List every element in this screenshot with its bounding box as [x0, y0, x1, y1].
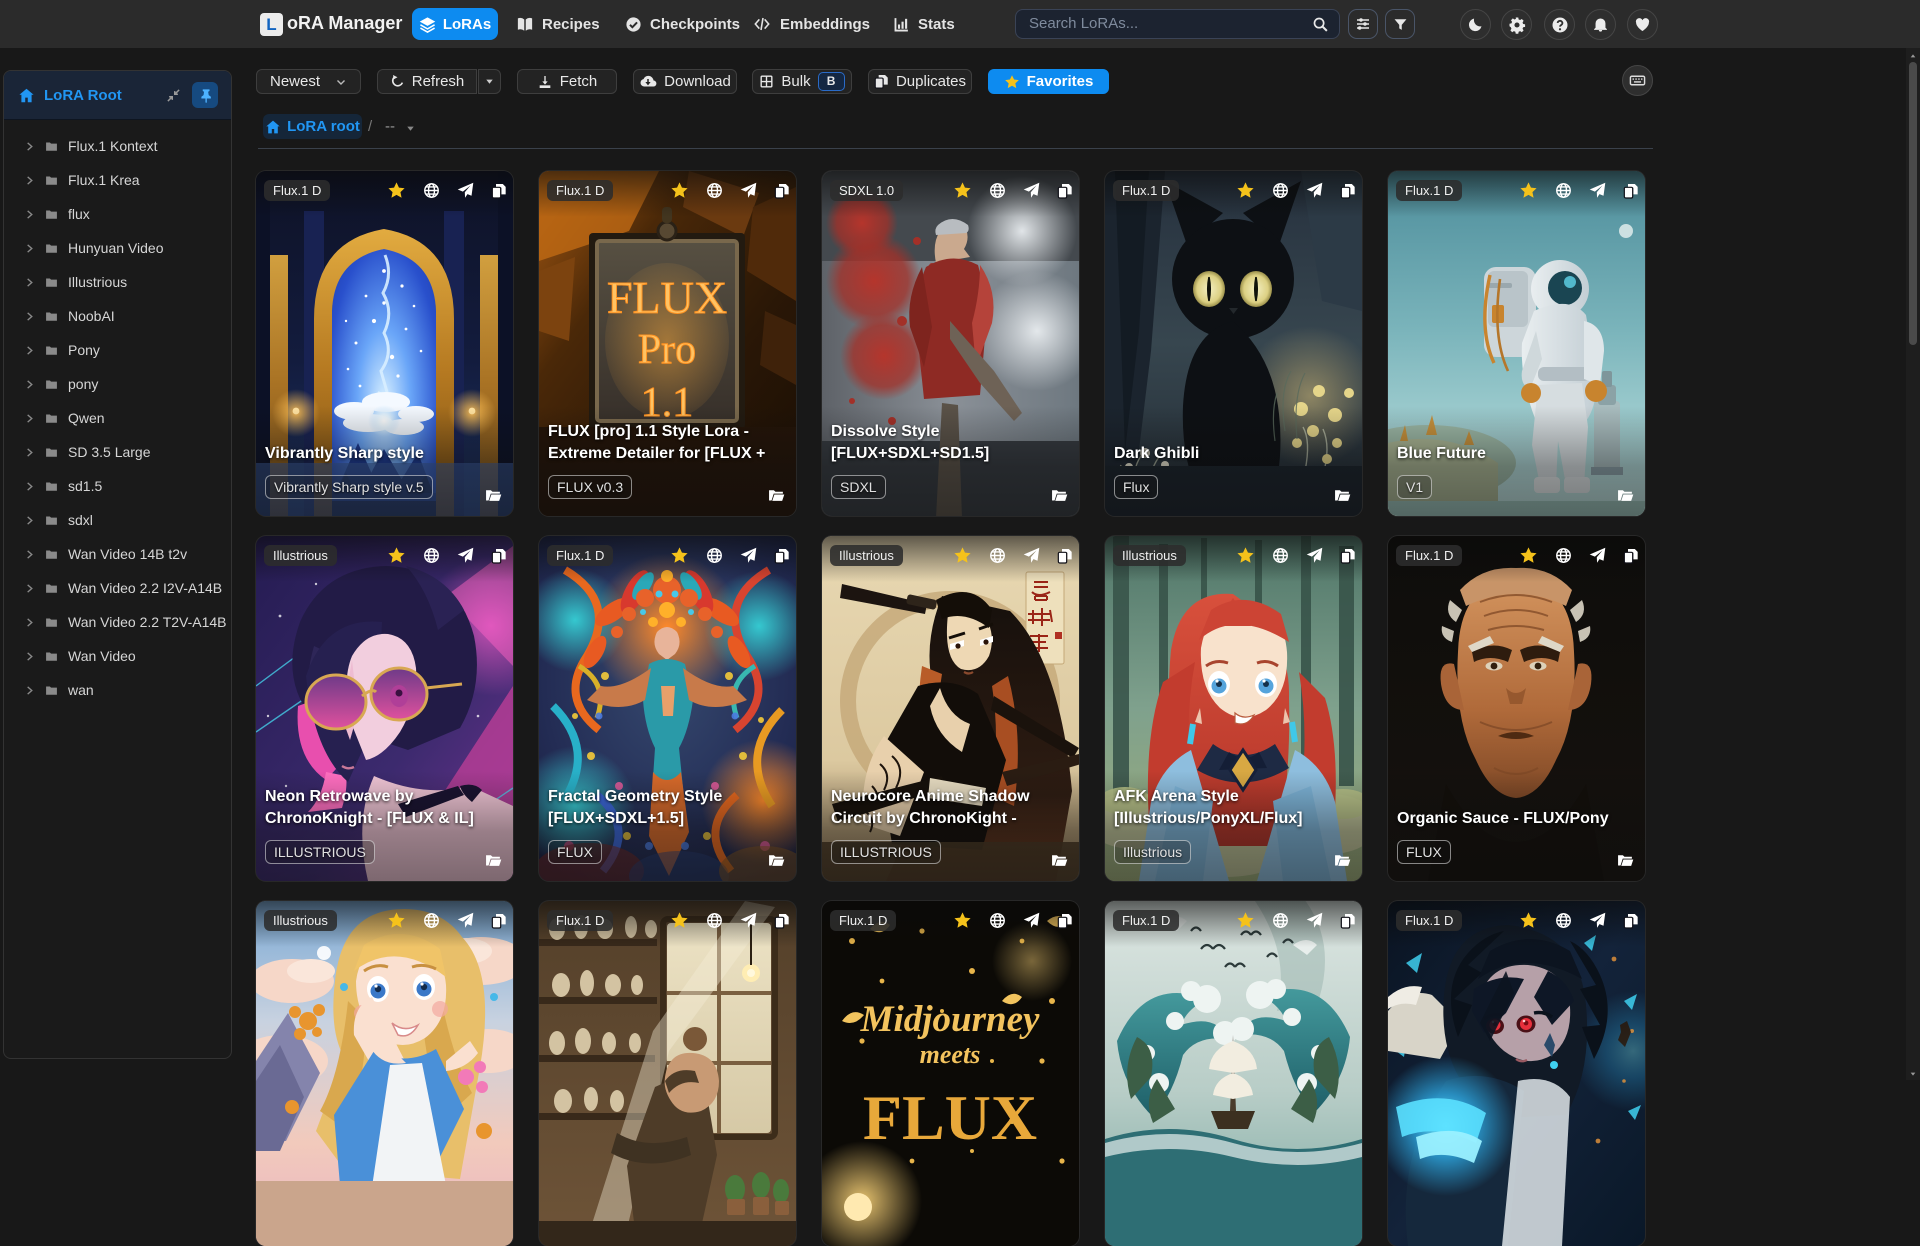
svg-text:FLUX: FLUX: [607, 272, 727, 323]
svg-text:Midjourney: Midjourney: [860, 999, 1040, 1040]
svg-text:Pro: Pro: [638, 327, 696, 373]
svg-text:meets: meets: [920, 1040, 981, 1069]
svg-text:FLUX: FLUX: [863, 1082, 1037, 1153]
